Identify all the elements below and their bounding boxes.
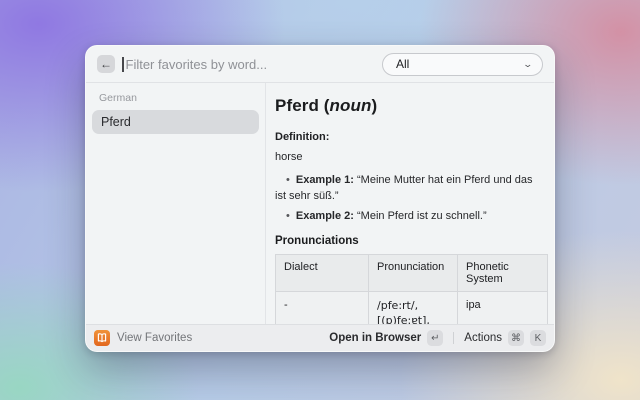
dropdown-value: All bbox=[396, 57, 524, 71]
back-button[interactable]: ← bbox=[97, 55, 115, 73]
content-body: German Pferd Pferd (noun) Definition: ho… bbox=[86, 83, 554, 324]
cmd-key-badge: ⌘ bbox=[508, 330, 524, 346]
cell-dialect: - bbox=[276, 292, 369, 325]
part-of-speech: noun bbox=[330, 96, 372, 115]
example-item-2: • Example 2: “Mein Pferd ist zu schnell.” bbox=[275, 208, 546, 224]
sidebar: German Pferd bbox=[86, 83, 266, 324]
header-bar: ← All ⌄ bbox=[86, 46, 554, 83]
search-field-wrap bbox=[122, 57, 382, 72]
sidebar-item-label: Pferd bbox=[101, 115, 131, 129]
cell-phonetic-system: ipa bbox=[458, 292, 548, 325]
col-header-dialect: Dialect bbox=[276, 255, 369, 292]
table-header-row: Dialect Pronunciation Phonetic System bbox=[276, 255, 548, 292]
return-key-badge: ↵ bbox=[427, 330, 443, 346]
definition-text: horse bbox=[275, 151, 546, 163]
col-header-pronunciation: Pronunciation bbox=[369, 255, 458, 292]
actions-button[interactable]: Actions bbox=[464, 332, 502, 344]
table-row: - /pfe:rt/, [(p)fe:ɐ̯t], /fe:rt/, [fe:ɐ̯… bbox=[276, 292, 548, 325]
k-key-badge: K bbox=[530, 330, 546, 346]
sidebar-item-pferd[interactable]: Pferd bbox=[92, 110, 259, 134]
example-label: Example 2: bbox=[296, 210, 354, 222]
chevron-down-icon: ⌄ bbox=[523, 59, 534, 70]
example-item-1: •Example 1: “Meine Mutter hat ein Pferd … bbox=[275, 172, 546, 204]
col-header-phonetic-system: Phonetic System bbox=[458, 255, 548, 292]
cell-pronunciation: /pfe:rt/, [(p)fe:ɐ̯t], /fe:rt/, [fe:ɐ̯t]… bbox=[369, 292, 458, 325]
sidebar-section-german: German bbox=[92, 92, 259, 110]
search-input[interactable] bbox=[124, 57, 383, 72]
definition-heading: Definition: bbox=[275, 131, 546, 143]
examples-list: •Example 1: “Meine Mutter hat ein Pferd … bbox=[275, 172, 546, 224]
example-label: Example 1: bbox=[296, 174, 354, 186]
app-window: ← All ⌄ German Pferd Pferd (noun) Defini… bbox=[85, 45, 555, 352]
pronunciations-heading: Pronunciations bbox=[275, 235, 546, 247]
pronunciations-table: Dialect Pronunciation Phonetic System - … bbox=[275, 254, 548, 324]
example-text: “Mein Pferd ist zu schnell.” bbox=[357, 210, 487, 222]
detail-panel: Pferd (noun) Definition: horse • Example … bbox=[266, 83, 554, 324]
bullet-icon: • bbox=[286, 210, 290, 222]
page-title: Pferd (noun) bbox=[275, 96, 546, 116]
bullet-icon: • bbox=[286, 174, 290, 186]
filter-dropdown[interactable]: All ⌄ bbox=[382, 53, 543, 76]
footer-divider bbox=[453, 332, 454, 344]
back-arrow-icon: ← bbox=[100, 57, 112, 71]
open-book-icon bbox=[94, 330, 110, 346]
open-in-browser-action[interactable]: Open in Browser bbox=[329, 332, 421, 344]
footer-bar: View Favorites Open in Browser ↵ Actions… bbox=[86, 324, 554, 351]
view-favorites-label: View Favorites bbox=[117, 332, 329, 344]
